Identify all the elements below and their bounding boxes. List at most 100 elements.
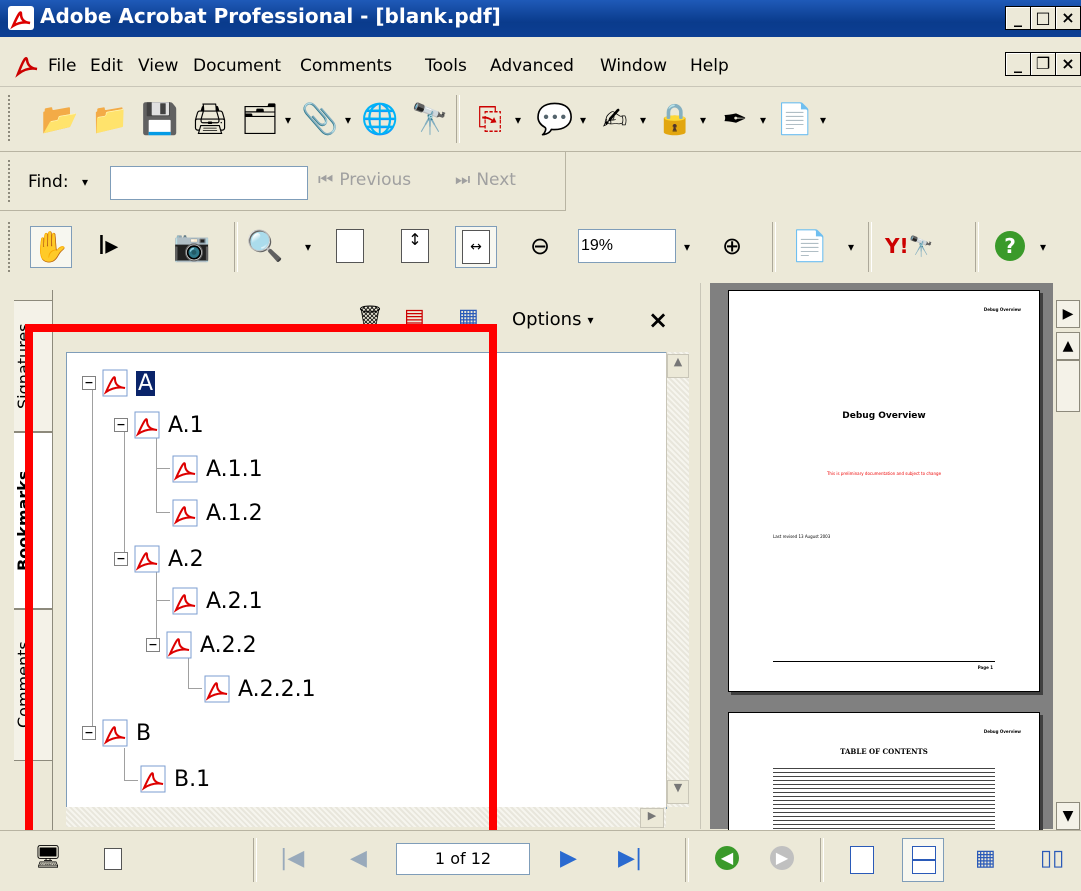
bookmark-label[interactable]: A.2	[168, 547, 204, 572]
create-pdf-red-icon[interactable]: ⎘	[470, 99, 510, 139]
bookmark-label[interactable]: A.1.2	[206, 501, 263, 526]
expand-bookmark-icon[interactable]: ▦	[458, 305, 479, 330]
actual-size-icon[interactable]	[330, 226, 370, 266]
save-icon[interactable]: 💾	[140, 99, 180, 139]
pen-tool-icon[interactable]: ✒	[715, 99, 755, 139]
menu-tools[interactable]: Tools	[425, 56, 467, 76]
collapse-toggle-icon[interactable]: −	[146, 638, 160, 652]
review-comment-icon[interactable]: 💬	[535, 99, 575, 139]
menu-edit[interactable]: Edit	[90, 56, 123, 76]
minimize-button[interactable]: _	[1005, 6, 1031, 30]
zoom-in-tool-icon[interactable]: 🔍	[245, 226, 285, 266]
menu-help[interactable]: Help	[690, 56, 729, 76]
pages-icon[interactable]: 📄	[775, 99, 815, 139]
zoom-dropdown-icon[interactable]: ▾	[684, 240, 690, 254]
find-input[interactable]	[110, 166, 308, 200]
menu-window[interactable]: Window	[600, 56, 667, 76]
rotate-view-icon[interactable]: 📄	[790, 226, 830, 266]
collapse-toggle-icon[interactable]: −	[114, 552, 128, 566]
close-button[interactable]: ×	[1055, 6, 1081, 30]
menu-advanced[interactable]: Advanced	[490, 56, 574, 76]
zoom-out-icon[interactable]: ⊖	[520, 226, 560, 266]
tab-bookmarks[interactable]: Bookmarks	[14, 432, 53, 609]
page-size-icon[interactable]	[104, 848, 122, 870]
bookmark-item[interactable]: A.1.1	[170, 454, 263, 484]
delete-bookmark-icon[interactable]: 🗑	[356, 305, 384, 330]
zoom-input[interactable]	[578, 229, 676, 263]
navigation-pane-toggle-icon[interactable]: 🖥	[34, 845, 62, 870]
bookmark-item[interactable]: − A.2	[114, 544, 204, 574]
create-pdf-icon[interactable]: 🗂	[240, 99, 280, 139]
bookmark-label[interactable]: A.2.2	[200, 633, 257, 658]
select-text-icon[interactable]: I▸	[88, 226, 128, 266]
find-dropdown-icon[interactable]: ▾	[82, 175, 88, 189]
continuous-icon[interactable]	[902, 838, 944, 882]
scroll-right-icon[interactable]: ▶	[640, 808, 664, 828]
collapse-toggle-icon[interactable]: −	[114, 418, 128, 432]
pages-dropdown-icon[interactable]: ▾	[820, 113, 826, 127]
go-forward-icon[interactable]: ▶	[770, 846, 794, 870]
bookmark-item[interactable]: − A	[82, 368, 156, 398]
menu-document[interactable]: Document	[193, 56, 281, 76]
attach-icon[interactable]: 📎	[300, 99, 340, 139]
doc-restore-button[interactable]: ❐	[1030, 52, 1056, 76]
single-page-icon[interactable]	[850, 846, 874, 874]
sign-dropdown-icon[interactable]: ▾	[640, 113, 646, 127]
facing-icon[interactable]: ▯▯	[1040, 846, 1064, 871]
help-icon[interactable]: ?	[990, 226, 1030, 266]
open-icon[interactable]: 📂	[40, 99, 80, 139]
hand-tool-icon[interactable]: ✋	[30, 226, 72, 268]
tree-horizontal-scrollbar[interactable]	[66, 807, 666, 827]
secure-lock-icon[interactable]: 🔒	[655, 99, 695, 139]
create-pdf-dropdown-icon[interactable]: ▾	[285, 113, 291, 127]
bookmark-label[interactable]: A.1.1	[206, 457, 263, 482]
collapse-toggle-icon[interactable]: −	[82, 726, 96, 740]
scroll-down-icon[interactable]: ▼	[1056, 802, 1080, 830]
menu-comments[interactable]: Comments	[300, 56, 392, 76]
new-bookmark-icon[interactable]: ▤	[404, 305, 425, 330]
previous-button[interactable]: ⏮ Previous	[318, 170, 411, 190]
next-button[interactable]: ⏭ Next	[455, 170, 516, 190]
bookmark-label[interactable]: A.2.1	[206, 589, 263, 614]
create-pdf-red-dropdown-icon[interactable]: ▾	[515, 113, 521, 127]
toolbar-grip[interactable]	[8, 222, 15, 272]
fit-width-icon[interactable]: ↔	[455, 226, 497, 268]
review-dropdown-icon[interactable]: ▾	[580, 113, 586, 127]
bookmark-label[interactable]: A.2.2.1	[238, 677, 316, 702]
pen-dropdown-icon[interactable]: ▾	[760, 113, 766, 127]
fit-page-icon[interactable]: ↕	[395, 226, 435, 266]
panel-close-button[interactable]: ×	[648, 306, 668, 334]
organizer-icon[interactable]: 📁	[90, 99, 130, 139]
facing-continuous-icon[interactable]: ▦	[975, 846, 996, 871]
bookmark-item[interactable]: − B	[82, 718, 151, 748]
collapse-toggle-icon[interactable]: −	[82, 376, 96, 390]
document-menu-icon[interactable]	[14, 50, 40, 78]
toolbar-grip[interactable]	[8, 95, 15, 141]
bookmark-label[interactable]: A	[136, 370, 156, 396]
help-dropdown-icon[interactable]: ▾	[1040, 240, 1046, 254]
bookmark-item[interactable]: − A.1	[114, 410, 204, 440]
snapshot-icon[interactable]: 📷	[172, 226, 212, 266]
scroll-thumb[interactable]	[1056, 360, 1080, 412]
maximize-button[interactable]: □	[1030, 6, 1056, 30]
sign-icon[interactable]: ✍	[595, 99, 635, 139]
bookmark-item[interactable]: − A.2.2	[146, 630, 257, 660]
bookmark-item[interactable]: A.2.2.1	[202, 674, 316, 704]
bookmark-label[interactable]: A.1	[168, 413, 204, 438]
scroll-down-icon[interactable]: ▼	[667, 780, 689, 804]
bookmark-item[interactable]: A.1.2	[170, 498, 263, 528]
zoom-in-icon[interactable]: ⊕	[712, 226, 752, 266]
yahoo-search-icon[interactable]: Y!🔭	[885, 234, 934, 258]
previous-page-icon[interactable]: ◀	[350, 846, 367, 871]
doc-close-button[interactable]: ×	[1055, 52, 1081, 76]
next-page-icon[interactable]: ▶	[560, 846, 577, 871]
rotate-dropdown-icon[interactable]: ▾	[848, 240, 854, 254]
attach-dropdown-icon[interactable]: ▾	[345, 113, 351, 127]
bookmark-item[interactable]: B.1	[138, 764, 210, 794]
print-icon[interactable]: 🖨	[190, 99, 230, 139]
doc-minimize-button[interactable]: _	[1005, 52, 1031, 76]
search-binoculars-icon[interactable]: 🔭	[410, 99, 450, 139]
last-page-icon[interactable]: ▶|	[618, 846, 642, 871]
tab-comments[interactable]: Comments	[14, 609, 53, 761]
tree-vertical-scrollbar[interactable]	[666, 352, 689, 807]
